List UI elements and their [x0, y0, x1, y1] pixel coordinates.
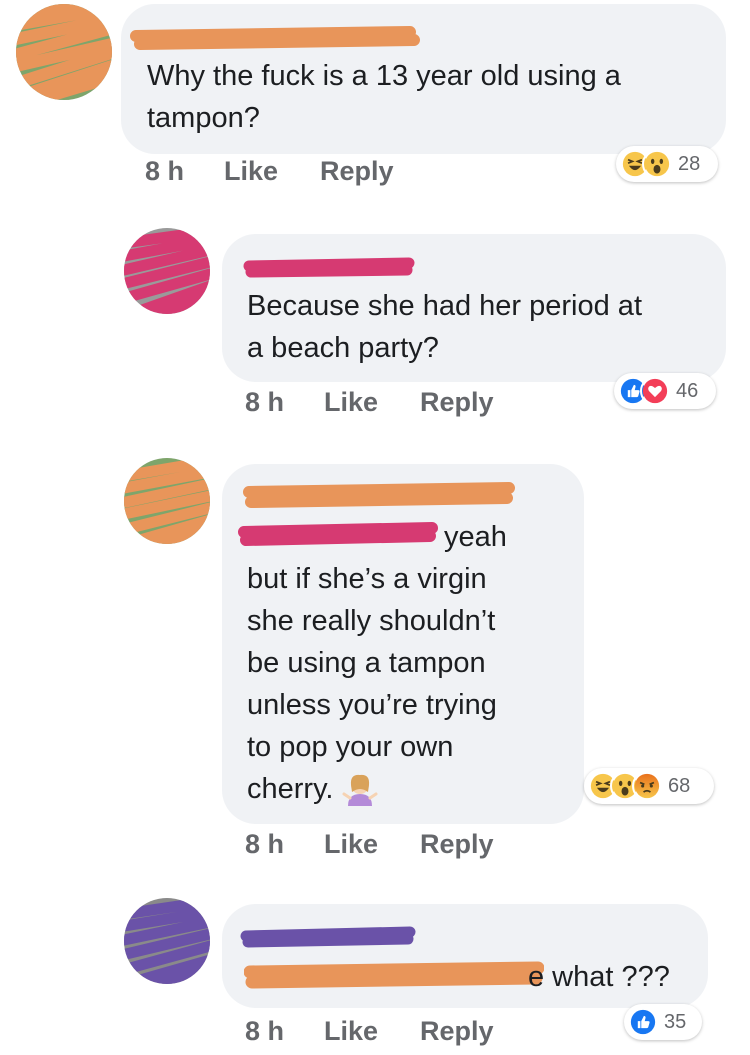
reaction-summary[interactable]: 35 [624, 1004, 702, 1040]
comment-text: but if she’s a virgin she really shouldn… [247, 558, 497, 810]
reply-button[interactable]: Reply [320, 156, 394, 187]
redacted-author-name [243, 254, 415, 280]
redacted-author-name [243, 480, 515, 510]
avatar[interactable] [16, 4, 112, 100]
redacted-author-name [240, 924, 416, 950]
timestamp[interactable]: 8 h [145, 156, 184, 187]
reply-button[interactable]: Reply [420, 829, 494, 860]
woman-shrugging-icon [342, 772, 378, 808]
reply-button[interactable]: Reply [420, 387, 494, 418]
comment-actions: 8 h Like Reply [245, 829, 494, 860]
timestamp[interactable]: 8 h [245, 829, 284, 860]
comment-line: Because she had her period at [247, 290, 642, 322]
comment-line-with-emoji: cherry. [247, 768, 497, 810]
comment-line: Why the fuck is a 13 year old using a [147, 60, 621, 92]
comment-line: cherry. [247, 773, 334, 805]
comment-actions: 8 h Like Reply [145, 156, 394, 187]
reaction-count: 28 [678, 152, 701, 175]
tag-suffix: e what ??? [528, 961, 670, 993]
like-button[interactable]: Like [324, 829, 378, 860]
comment-line: unless you’re trying [247, 689, 497, 721]
reaction-count: 46 [676, 379, 699, 402]
redacted-author-name [130, 22, 420, 52]
reply-button[interactable]: Reply [420, 1016, 494, 1047]
wow-icon [642, 149, 672, 179]
comment-line: be using a tampon [247, 647, 486, 679]
reaction-summary[interactable]: 46 [614, 373, 716, 409]
scribbled-avatar-purple [124, 898, 210, 984]
reaction-summary[interactable]: 28 [616, 146, 718, 182]
comment-line: tampon? [147, 102, 260, 134]
comment-line: but if she’s a virgin [247, 563, 487, 595]
reaction-count: 35 [664, 1010, 687, 1033]
like-button[interactable]: Like [324, 387, 378, 418]
tag-suffix: yeah [444, 521, 507, 553]
avatar[interactable] [124, 228, 210, 314]
scribbled-avatar-orange [16, 4, 112, 100]
reaction-summary[interactable]: 68 [584, 768, 714, 804]
comment-text: Because she had her period at a beach pa… [247, 285, 642, 369]
like-icon [628, 1007, 658, 1037]
scribbled-avatar-orange [124, 458, 210, 544]
comment-actions: 8 h Like Reply [245, 1016, 494, 1047]
redacted-tagged-name [238, 520, 438, 550]
comment-line: she really shouldn’t [247, 605, 496, 637]
like-button[interactable]: Like [224, 156, 278, 187]
comment-actions: 8 h Like Reply [245, 387, 494, 418]
scribbled-avatar-pink [124, 228, 210, 314]
angry-icon [632, 771, 662, 801]
redacted-tagged-name [244, 960, 544, 990]
comment-line: a beach party? [247, 332, 439, 364]
timestamp[interactable]: 8 h [245, 387, 284, 418]
like-button[interactable]: Like [324, 1016, 378, 1047]
comment-text: Why the fuck is a 13 year old using a ta… [147, 55, 621, 139]
love-icon [640, 376, 670, 406]
avatar[interactable] [124, 898, 210, 984]
comment-line: to pop your own [247, 731, 454, 763]
avatar[interactable] [124, 458, 210, 544]
reaction-count: 68 [668, 774, 691, 797]
timestamp[interactable]: 8 h [245, 1016, 284, 1047]
